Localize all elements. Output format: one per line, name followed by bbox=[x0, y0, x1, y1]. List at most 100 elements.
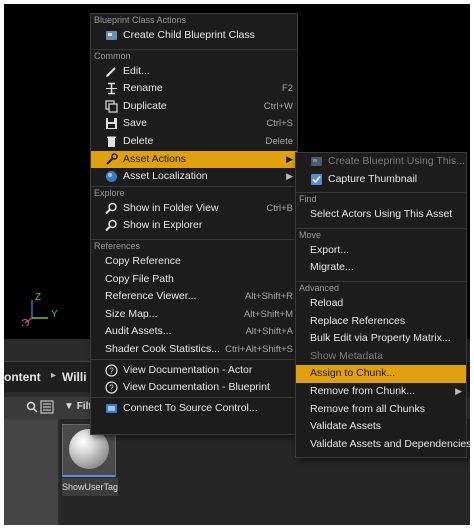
menu-item-reference-viewer[interactable]: Reference Viewer... Alt+Shift+R bbox=[91, 288, 297, 306]
menu-item-label: Asset Actions bbox=[123, 152, 187, 165]
globe-icon bbox=[106, 171, 117, 183]
menu-item-save[interactable]: Save Ctrl+S bbox=[91, 115, 297, 133]
shortcut-label: Ctrl+B bbox=[266, 202, 293, 214]
menu-item-delete[interactable]: Delete Delete bbox=[91, 133, 297, 151]
menu-item-label: Copy Reference bbox=[105, 254, 181, 267]
duplicate-icon bbox=[105, 100, 118, 113]
shortcut-label: Ctrl+S bbox=[266, 118, 293, 130]
menu-item-rename[interactable]: Rename F2 bbox=[91, 80, 297, 98]
submenu-arrow-icon: ▶ bbox=[286, 171, 293, 182]
menu-item-show-in-folder-view[interactable]: Show in Folder View Ctrl+B bbox=[91, 200, 297, 218]
section-advanced: Advanced bbox=[296, 280, 466, 295]
breadcrumb-separator-icon[interactable]: ▸ bbox=[51, 370, 56, 381]
menu-item-shader-cook-statistics[interactable]: Shader Cook Statistics... Ctrl+Alt+Shift… bbox=[91, 341, 297, 359]
menu-item-copy-reference[interactable]: Copy Reference bbox=[91, 253, 297, 271]
section-move: Move bbox=[296, 227, 466, 242]
asset-actions-submenu: Create Blueprint Using This... Capture T… bbox=[295, 152, 470, 458]
breadcrumb-folder[interactable]: Willi bbox=[62, 370, 87, 384]
section-explore: Explore bbox=[91, 185, 297, 200]
filters-button[interactable]: ▼ Filt bbox=[64, 401, 92, 412]
help-icon: ? bbox=[105, 381, 118, 394]
menu-item-asset-actions[interactable]: Asset Actions ▶ bbox=[91, 150, 297, 169]
source-control-icon bbox=[106, 403, 117, 413]
breadcrumb-content[interactable]: ontent bbox=[4, 370, 41, 384]
checkbox-icon bbox=[311, 173, 322, 185]
menu-item-label: Remove from all Chunks bbox=[310, 402, 425, 415]
blueprint-icon bbox=[311, 157, 322, 166]
menu-item-duplicate[interactable]: Duplicate Ctrl+W bbox=[91, 98, 297, 116]
menu-item-label: Assign to Chunk... bbox=[310, 367, 396, 380]
menu-item-copy-file-path[interactable]: Copy File Path bbox=[91, 271, 297, 289]
menu-item-label: Export... bbox=[310, 243, 350, 256]
svg-text:?: ? bbox=[109, 384, 114, 393]
save-icon bbox=[106, 118, 117, 130]
menu-item-label: Create Blueprint Using This... bbox=[328, 155, 465, 167]
magnifier-icon bbox=[105, 220, 117, 232]
menu-item-view-documentation-blueprint[interactable]: ? View Documentation - Blueprint bbox=[91, 379, 297, 397]
menu-item-export[interactable]: Export... bbox=[296, 242, 466, 260]
menu-item-assign-to-chunk[interactable]: Assign to Chunk... bbox=[296, 365, 466, 383]
menu-item-show-metadata[interactable]: Show Metadata bbox=[296, 348, 466, 366]
menu-item-label: Show Metadata bbox=[310, 349, 383, 362]
wrench-icon bbox=[106, 152, 118, 165]
menu-item-create-child-blueprint[interactable]: Create Child Blueprint Class bbox=[91, 27, 297, 45]
menu-item-label: Copy File Path bbox=[105, 272, 174, 285]
section-find: Find bbox=[296, 192, 466, 207]
shortcut-label: Ctrl+Alt+Shift+S bbox=[225, 343, 293, 355]
menu-item-capture-thumbnail[interactable]: Capture Thumbnail bbox=[296, 171, 466, 189]
pencil-icon bbox=[106, 66, 116, 77]
menu-item-audit-assets[interactable]: Audit Assets... Alt+Shift+A bbox=[91, 323, 297, 341]
menu-item-view-documentation-actor[interactable]: ? View Documentation - Actor bbox=[91, 362, 297, 380]
menu-item-connect-to-source-control[interactable]: Connect To Source Control... bbox=[91, 400, 297, 418]
menu-item-show-in-explorer[interactable]: Show in Explorer bbox=[91, 217, 297, 235]
menu-item-label: Reference Viewer... bbox=[105, 290, 197, 303]
submenu-arrow-icon: ▶ bbox=[455, 385, 462, 396]
help-icon: ? bbox=[105, 363, 118, 377]
shortcut-label: Alt+Shift+A bbox=[245, 326, 293, 338]
menu-item-asset-localization[interactable]: Asset Localization ▶ bbox=[91, 168, 297, 186]
menu-item-remove-from-chunk[interactable]: Remove from Chunk... ▶ bbox=[296, 383, 466, 401]
rename-icon bbox=[106, 82, 117, 95]
menu-item-label: Delete bbox=[123, 134, 154, 147]
section-references: References bbox=[91, 238, 297, 253]
search-icon[interactable] bbox=[26, 401, 38, 413]
asset-thumbnail bbox=[69, 429, 109, 469]
menu-item-label: Asset Localization bbox=[123, 170, 208, 183]
menu-item-replace-references[interactable]: Replace References bbox=[296, 313, 466, 331]
menu-item-select-actors-using-this-asset[interactable]: Select Actors Using This Asset bbox=[296, 206, 466, 224]
menu-item-label: Validate Assets bbox=[310, 420, 382, 433]
menu-item-create-blueprint-using-this[interactable]: Create Blueprint Using This... bbox=[296, 153, 466, 171]
menu-item-validate-assets[interactable]: Validate Assets bbox=[296, 418, 466, 436]
shortcut-label: Alt+Shift+R bbox=[244, 291, 293, 303]
axis-z-label: Z bbox=[35, 292, 42, 303]
menu-item-label: Save bbox=[123, 117, 147, 130]
menu-item-remove-from-all-chunks[interactable]: Remove from all Chunks bbox=[296, 401, 466, 419]
shortcut-label: Ctrl+W bbox=[263, 100, 293, 112]
section-common: Common bbox=[91, 48, 297, 63]
menu-item-label: Create Child Blueprint Class bbox=[123, 29, 255, 41]
menu-item-label: Audit Assets... bbox=[105, 325, 172, 338]
folder-tree-pane[interactable] bbox=[4, 419, 58, 525]
menu-item-label: Migrate... bbox=[310, 261, 354, 274]
menu-item-label: Size Map... bbox=[105, 307, 158, 320]
menu-item-label: Capture Thumbnail bbox=[328, 172, 418, 185]
section-blueprint-class-actions: Blueprint Class Actions bbox=[91, 14, 297, 27]
menu-item-label: View Documentation - Blueprint bbox=[123, 381, 270, 394]
menu-item-reload[interactable]: Reload bbox=[296, 295, 466, 313]
menu-item-size-map[interactable]: Size Map... Alt+Shift+M bbox=[91, 306, 297, 324]
shortcut-label: Alt+Shift+M bbox=[243, 308, 293, 320]
menu-item-bulk-edit-property-matrix[interactable]: Bulk Edit via Property Matrix... bbox=[296, 330, 466, 348]
axis-y-label: Y bbox=[51, 309, 58, 320]
menu-item-validate-assets-and-dependencies[interactable]: Validate Assets and Dependencies bbox=[296, 436, 470, 454]
asset-context-menu: Blueprint Class Actions Create Child Blu… bbox=[90, 13, 298, 435]
menu-item-label: Replace References bbox=[310, 314, 406, 327]
menu-item-label: View Documentation - Actor bbox=[123, 363, 253, 376]
menu-item-edit[interactable]: Edit... bbox=[91, 63, 297, 81]
menu-item-migrate[interactable]: Migrate... bbox=[296, 259, 466, 277]
menu-item-label: Show in Folder View bbox=[123, 201, 219, 214]
asset-name-label: ShowUserTag bbox=[62, 478, 118, 496]
shortcut-label: Delete bbox=[265, 135, 293, 147]
view-options-icon[interactable] bbox=[40, 400, 54, 414]
delete-icon bbox=[107, 136, 116, 147]
menu-item-label: Bulk Edit via Property Matrix... bbox=[310, 332, 451, 345]
